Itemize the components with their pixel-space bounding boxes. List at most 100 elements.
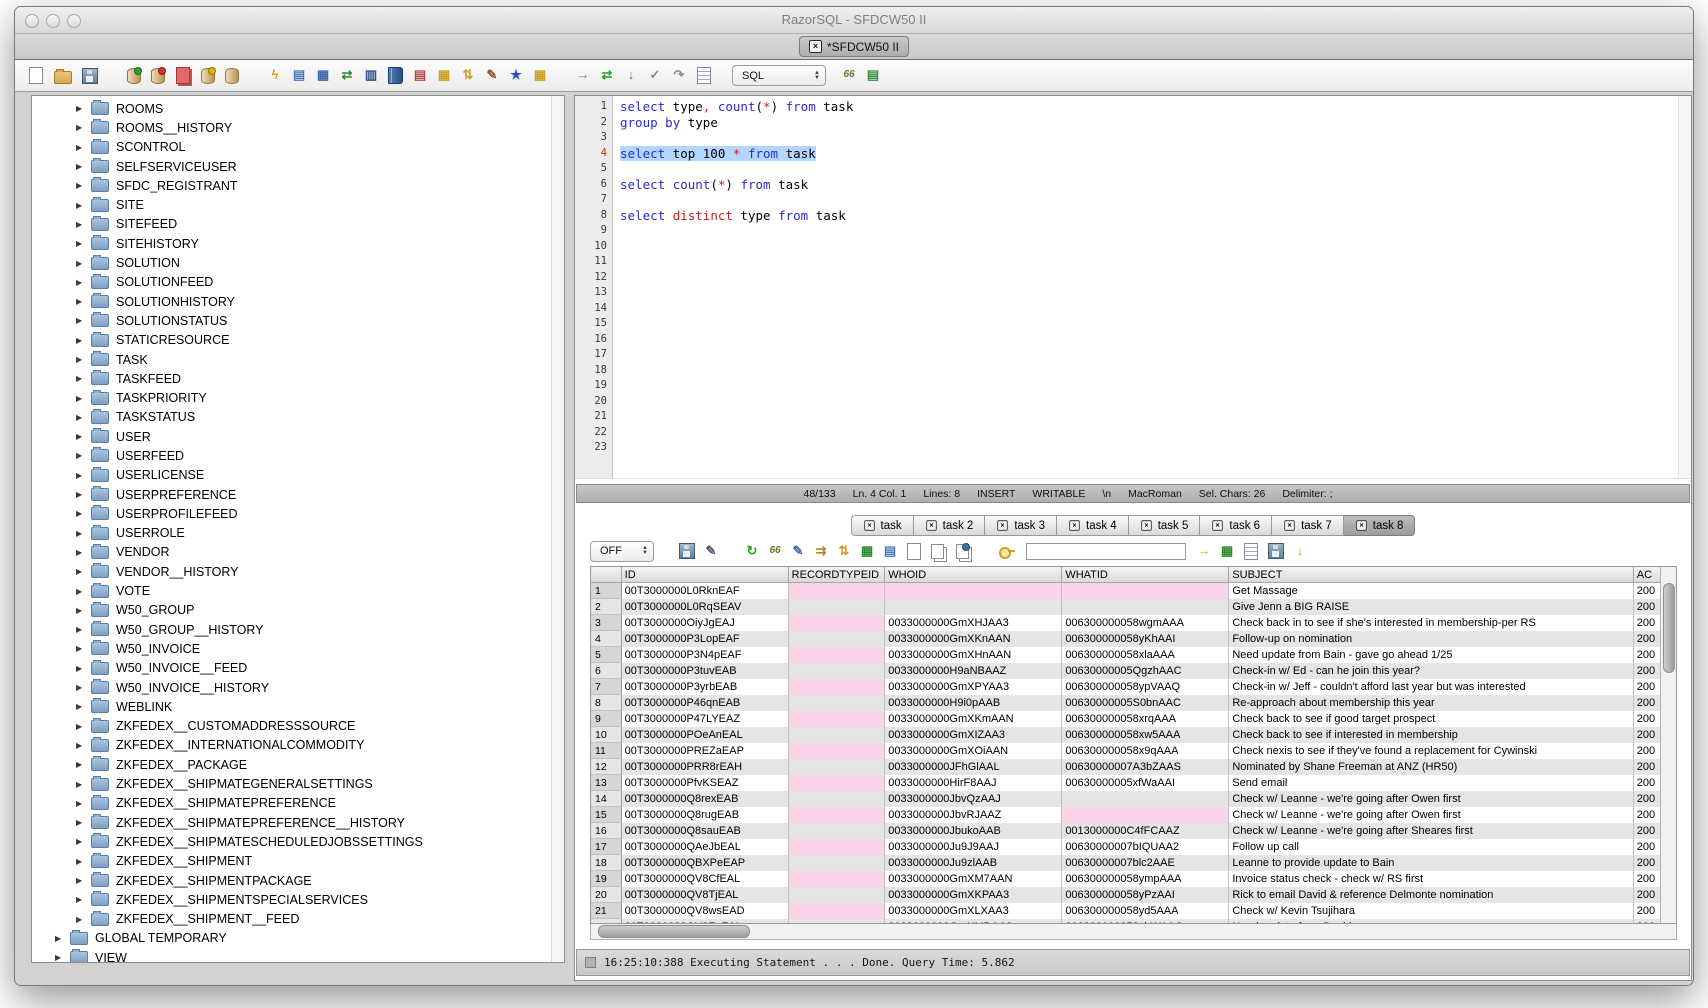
row-number[interactable]: 16 [591,823,621,839]
grid-cell-id[interactable]: 00T3000000QV8wsEAD [621,903,788,919]
results-tab-task[interactable]: task [851,515,914,536]
grid-cell-ac[interactable]: 200 [1633,727,1660,743]
tree-item-zkfedex-shipmentspecialservices[interactable]: ▶ZKFEDEX__SHIPMENTSPECIALSERVICES [32,890,564,909]
tree-item-zkfedex-shipmatepreference[interactable]: ▶ZKFEDEX__SHIPMATEPREFERENCE [32,794,564,813]
tree-item-rooms[interactable]: ▶ROOMS [32,99,564,118]
sql-mode-select[interactable]: SQL [732,65,826,86]
column-header-ac[interactable]: AC [1633,567,1660,583]
grid-cell-subj[interactable]: Need update from Bain - gave go ahead 1/… [1229,647,1633,663]
tree-item-zkfedex-shipmatepreference-history[interactable]: ▶ZKFEDEX__SHIPMATEPREFERENCE__HISTORY [32,813,564,832]
grid-cell-rt[interactable] [788,663,885,679]
row-number[interactable]: 14 [591,791,621,807]
redo-icon[interactable]: ↷ [670,67,688,84]
connect-icon[interactable] [127,68,141,84]
query-builder-icon[interactable]: ▦ [435,67,453,84]
grid-cell-rt[interactable] [788,727,885,743]
script-icon[interactable] [1244,543,1258,560]
save-results-icon[interactable] [679,543,695,559]
save-grid-icon[interactable] [1268,543,1284,559]
grid-cell-ac[interactable]: 200 [1633,599,1660,615]
editor-line-22[interactable] [620,425,1691,441]
tree-item-taskfeed[interactable]: ▶TASKFEED [32,369,564,388]
expand-arrow-icon[interactable]: ▶ [76,451,91,460]
table-tree-panel[interactable]: ▶ROOMS▶ROOMS__HISTORY▶SCONTROL▶SELFSERVI… [31,95,565,963]
expand-arrow-icon[interactable]: ▶ [76,278,91,287]
column-header-whoid[interactable]: WHOID [885,567,1062,583]
grid-cell-who[interactable]: 0033000000GmXKPAA3 [885,887,1062,903]
editor-line-23[interactable] [620,440,1691,456]
export-table-icon[interactable]: ▦ [314,67,332,84]
expand-arrow-icon[interactable]: ▶ [76,722,91,731]
grid-cell-who[interactable]: 0033000000JbvRJAAZ [885,807,1062,823]
editor-line-9[interactable] [620,223,1691,239]
close-tab-icon[interactable] [926,520,936,530]
sort-rows-icon[interactable]: ⇅ [835,543,853,560]
grid-cell-who[interactable]: 0033000000H9i0pAAB [885,695,1062,711]
disconnect-icon[interactable] [151,68,165,84]
expand-arrow-icon[interactable]: ▶ [76,760,91,769]
tree-item-w50-invoice-history[interactable]: ▶W50_INVOICE__HISTORY [32,678,564,697]
grid-cell-subj[interactable]: Check-in w/ Ed - can he join this year? [1229,663,1633,679]
editor-line-13[interactable] [620,285,1691,301]
grid-cell-id[interactable]: 00T3000000P3yrbEAB [621,679,788,695]
insert-row-icon[interactable]: ⇉ [812,543,830,560]
expand-arrow-icon[interactable]: ▶ [76,259,91,268]
grid-cell-who[interactable]: 0033000000GmXM7AAN [885,871,1062,887]
grid-cell-who[interactable]: 0033000000JbvQzAAJ [885,791,1062,807]
database-tools-icon[interactable]: ▥ [362,67,380,84]
results-tab-task-2[interactable]: task 2 [914,515,986,536]
results-tab-task-6[interactable]: task 6 [1200,515,1272,536]
close-button[interactable] [25,14,39,28]
grid-info-icon[interactable]: ▤ [881,543,899,560]
grid-cell-id[interactable]: 00T3000000QV8CfEAL [621,871,788,887]
expand-arrow-icon[interactable]: ▶ [76,432,91,441]
grid-cell-ac[interactable]: 200 [1633,679,1660,695]
row-number[interactable]: 1 [591,583,621,599]
edit-cell-icon[interactable]: ✎ [789,543,807,560]
grid-cell-what[interactable]: 00630000007bIQUAA2 [1062,839,1229,855]
grid-cell-subj[interactable]: Check w/ Leanne - we're going after Owen… [1229,807,1633,823]
row-number[interactable]: 10 [591,727,621,743]
grid-cell-id[interactable]: 00T3000000OiyJgEAJ [621,615,788,631]
execute-statement-icon[interactable]: → [574,67,592,84]
tree-item-rooms-history[interactable]: ▶ROOMS__HISTORY [32,118,564,137]
close-tab-icon[interactable] [1213,520,1223,530]
grid-cell-ac[interactable]: 200 [1633,807,1660,823]
results-tab-task-7[interactable]: task 7 [1272,515,1344,536]
grid-cell-ac[interactable]: 200 [1633,695,1660,711]
expand-arrow-icon[interactable]: ▶ [55,934,70,943]
results-tab-task-4[interactable]: task 4 [1057,515,1129,536]
grid-cell-rt[interactable] [788,903,885,919]
vertical-scrollbar[interactable] [1660,567,1676,923]
grid-cell-who[interactable]: 0033000000HirF8AAJ [885,775,1062,791]
grid-cell-ac[interactable]: 200 [1633,743,1660,759]
grid-cell-id[interactable]: 00T3000000P3tuvEAB [621,663,788,679]
tree-item-sitefeed[interactable]: ▶SITEFEED [32,215,564,234]
grid-cell-what[interactable]: 006300000058ympAAA [1062,871,1229,887]
expand-arrow-icon[interactable]: ▶ [76,683,91,692]
primary-key-icon[interactable] [999,544,1015,558]
tree-item-zkfedex-customaddresssource[interactable]: ▶ZKFEDEX__CUSTOMADDRESSSOURCE [32,717,564,736]
grid-cell-ac[interactable]: 200 [1633,631,1660,647]
grid-cell-who[interactable]: 0033000000GmXKmAAN [885,711,1062,727]
tree-item-solutionhistory[interactable]: ▶SOLUTIONHISTORY [32,292,564,311]
tree-item-userfeed[interactable]: ▶USERFEED [32,446,564,465]
close-tab-icon[interactable] [1356,520,1366,530]
tree-item-userpreference[interactable]: ▶USERPREFERENCE [32,485,564,504]
expand-arrow-icon[interactable]: ▶ [76,587,91,596]
minimize-button[interactable] [46,14,60,28]
tree-item-w50-invoice[interactable]: ▶W50_INVOICE [32,639,564,658]
grid-cell-what[interactable] [1062,807,1229,823]
editor-line-4[interactable]: select top 100 * from task [620,146,1691,162]
expand-arrow-icon[interactable]: ▶ [76,799,91,808]
expand-arrow-icon[interactable]: ▶ [76,857,91,866]
row-number[interactable]: 7 [591,679,621,695]
horizontal-scrollbar-thumb[interactable] [598,925,750,938]
expand-arrow-icon[interactable]: ▶ [76,644,91,653]
fetch-more-icon[interactable]: ↓ [622,67,640,84]
column-header-id[interactable]: ID [621,567,788,583]
tree-item-solutionfeed[interactable]: ▶SOLUTIONFEED [32,273,564,292]
grid-cell-id[interactable]: 00T3000000L0RknEAF [621,583,788,599]
tree-item-w50-invoice-feed[interactable]: ▶W50_INVOICE__FEED [32,659,564,678]
execute-all-icon[interactable]: ⇄ [598,67,616,84]
